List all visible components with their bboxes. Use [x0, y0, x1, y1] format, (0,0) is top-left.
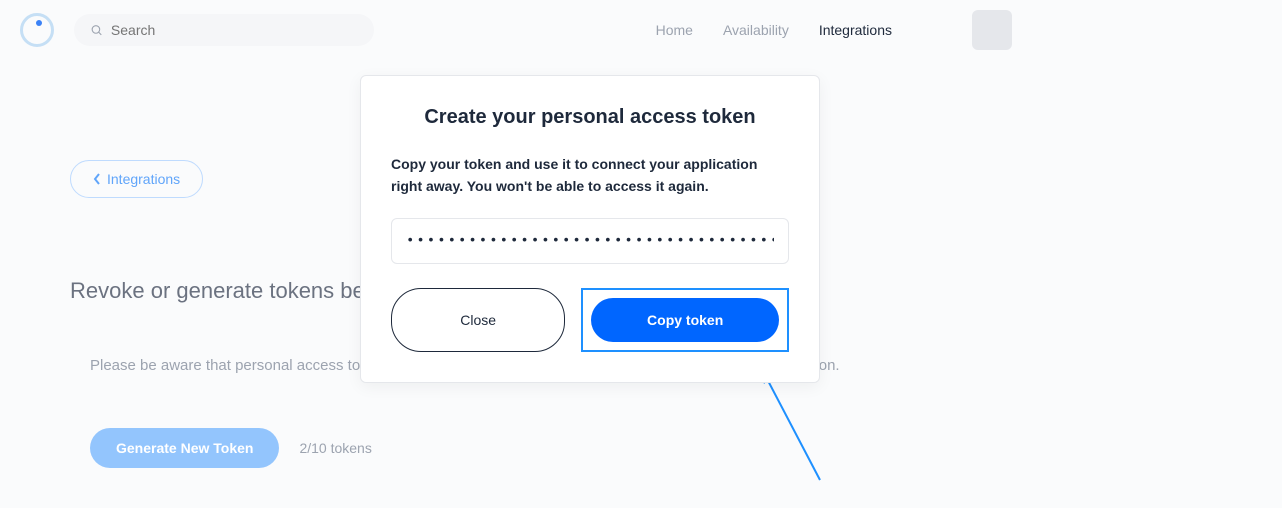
search-input[interactable] — [111, 22, 358, 38]
chevron-left-icon — [93, 173, 101, 185]
annotation-arrow — [760, 370, 840, 490]
back-to-integrations[interactable]: Integrations — [70, 160, 203, 198]
modal-description: Copy your token and use it to connect yo… — [391, 153, 789, 198]
nav-availability[interactable]: Availability — [723, 22, 789, 38]
modal-title: Create your personal access token — [391, 106, 789, 129]
nav-integrations[interactable]: Integrations — [819, 22, 892, 38]
copy-highlight-box: Copy token — [581, 288, 789, 352]
close-button[interactable]: Close — [391, 288, 565, 352]
create-token-modal: Create your personal access token Copy y… — [360, 75, 820, 383]
token-count: 2/10 tokens — [299, 440, 371, 456]
main-nav: Home Availability Integrations — [656, 22, 892, 38]
back-label: Integrations — [107, 171, 180, 187]
search-icon — [90, 23, 103, 37]
copy-token-button[interactable]: Copy token — [591, 298, 779, 342]
search-box[interactable] — [74, 14, 374, 46]
nav-home[interactable]: Home — [656, 22, 693, 38]
app-logo[interactable] — [20, 13, 54, 47]
generate-token-button[interactable]: Generate New Token — [90, 428, 279, 468]
avatar[interactable] — [972, 10, 1012, 50]
token-value-field[interactable] — [391, 218, 789, 264]
